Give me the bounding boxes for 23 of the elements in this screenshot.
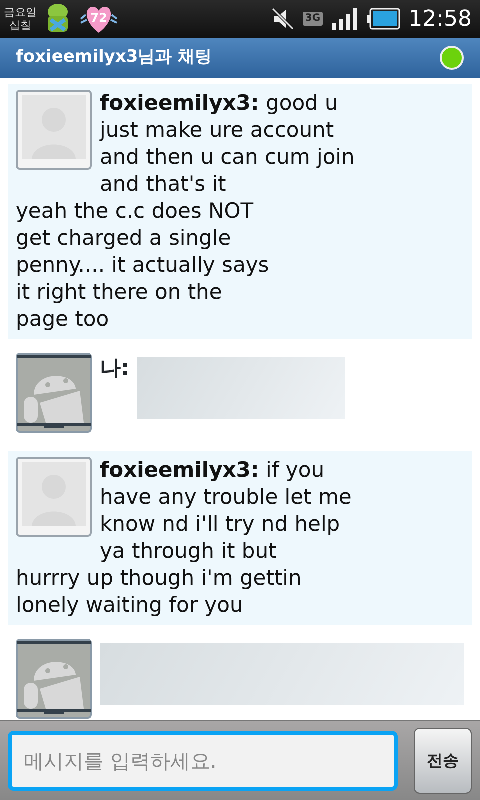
network-type-icon: 3G	[303, 12, 323, 26]
message-text: yeah the c.c does NOT get charged a single penny.... it actually says it right there on the page too	[16, 198, 270, 333]
signal-icon	[330, 7, 359, 31]
sender-name: 나:	[100, 355, 130, 382]
message-text: just make ure account and then u can cum join and that's it	[100, 117, 355, 198]
carrier-label: 금요일 십칠	[4, 6, 37, 32]
robot-avatar-icon	[16, 639, 92, 719]
sender-name: foxieemilyx3:	[100, 458, 260, 482]
chat-title: foxieemilyx3님과 채팅	[16, 46, 214, 70]
heart-badge: 72	[79, 3, 119, 35]
send-button[interactable]: 전송	[414, 728, 472, 794]
message-text: good u	[266, 91, 338, 115]
clock-time: 12:58	[408, 6, 472, 34]
avatar-icon	[16, 90, 92, 170]
mute-icon	[271, 7, 296, 31]
message-field[interactable]: 메시지를 입력하세요.	[8, 730, 398, 790]
avatar-icon	[16, 457, 92, 537]
sender-name: foxieemilyx3:	[100, 91, 260, 115]
message-text: if you	[266, 458, 325, 482]
message-text: have any trouble let me know nd i'll try nd help ya through it but	[100, 484, 352, 565]
battery-icon	[366, 8, 401, 30]
message-text: hurrry up though i'm gettin lonely waiting for you	[16, 565, 303, 619]
robot-avatar-icon	[16, 353, 92, 433]
